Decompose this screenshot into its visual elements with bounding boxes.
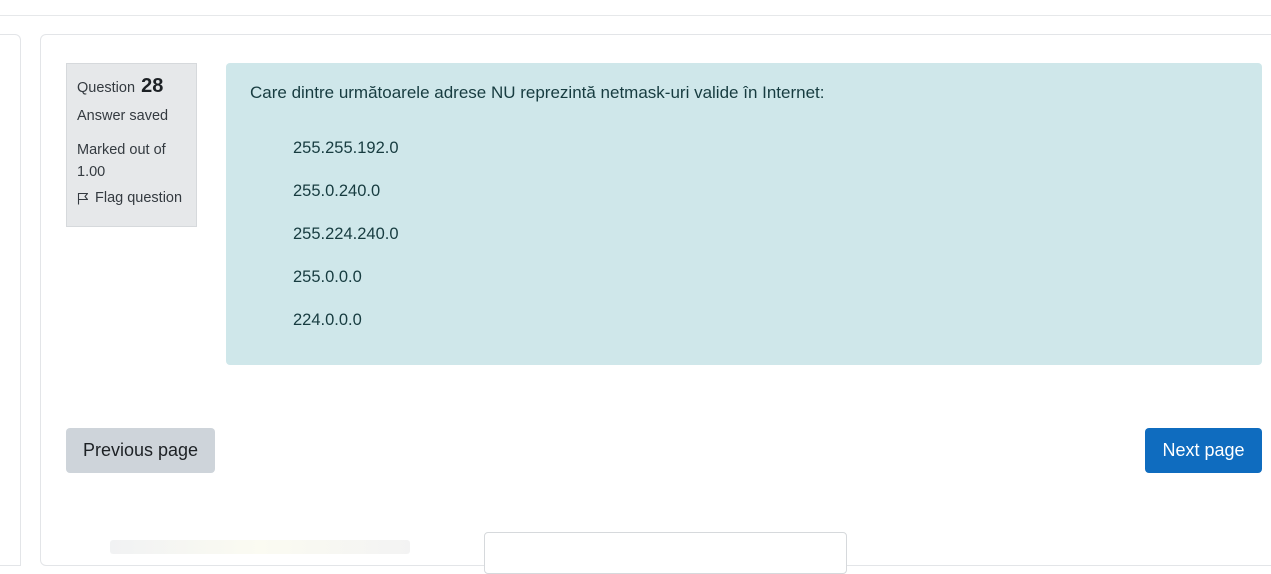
next-page-button[interactable]: Next page [1145,428,1262,473]
answer-options: 255.255.192.0 255.0.240.0 255.224.240.0 … [293,138,399,353]
question-state: Answer saved [77,108,169,124]
answer-option-5[interactable]: 224.0.0.0 [293,310,399,353]
question-label: Question [77,80,136,96]
question-text: Care dintre următoarele adrese NU reprez… [250,83,825,102]
top-navbar [0,0,1271,16]
previous-page-button[interactable]: Previous page [66,428,215,473]
question-grade: Marked out of 1.00 [77,142,166,180]
left-drawer [0,34,21,566]
answer-option-1[interactable]: 255.255.192.0 [293,138,399,181]
question-content: Care dintre următoarele adrese NU reprez… [226,63,1262,365]
quiz-navigation-link[interactable] [110,540,410,554]
question-number: 28 [141,75,164,97]
jump-to-select[interactable] [484,532,847,574]
question-info-panel: Question 28 Answer saved Marked out of 1… [66,63,197,227]
answer-option-2[interactable]: 255.0.240.0 [293,181,399,224]
answer-option-3[interactable]: 255.224.240.0 [293,224,399,267]
flag-question-button[interactable]: Flag question [77,189,186,207]
answer-option-4[interactable]: 255.0.0.0 [293,267,399,310]
flag-icon [77,192,89,205]
question-number-row: Question 28 [77,75,186,99]
flag-question-label: Flag question [95,190,183,206]
